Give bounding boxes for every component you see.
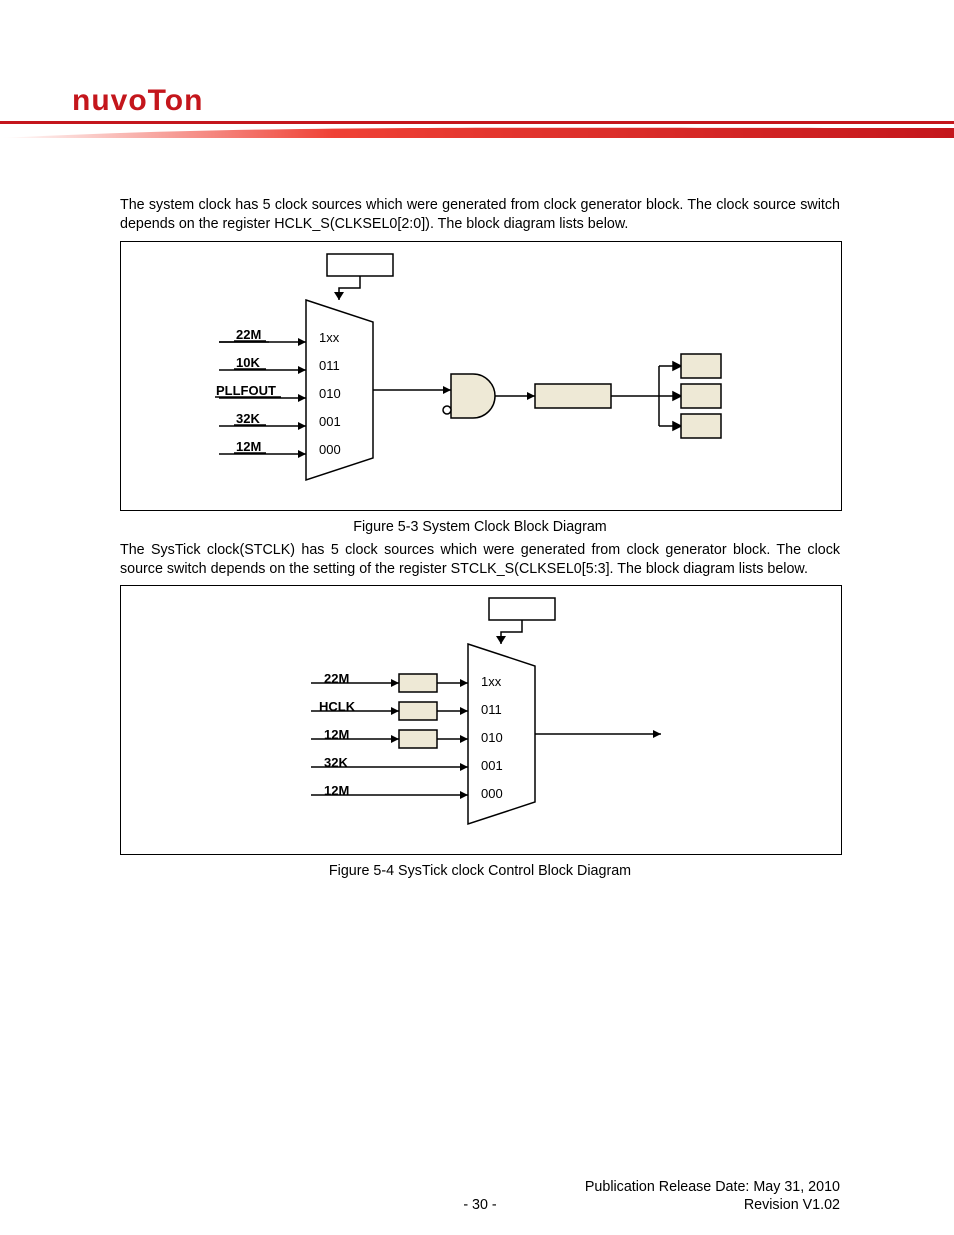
mux1-in-4: 12M — [236, 439, 261, 454]
mux1-sel-2: 010 — [319, 386, 341, 401]
mux1-in-1: 10K — [236, 355, 260, 370]
mux1-sel-3: 001 — [319, 414, 341, 429]
system-clock-diagram: 1xx 011 010 001 000 22M 10K PLLFOUT 32K … — [121, 242, 841, 510]
mux2-sel-0: 1xx — [481, 674, 502, 689]
mux2-sel-4: 000 — [481, 786, 503, 801]
mux1-in-3: 32K — [236, 411, 260, 426]
content-area: The system clock has 5 clock sources whi… — [120, 196, 840, 885]
mux1-sel-1: 011 — [319, 358, 340, 373]
page: nuvoTon The system clock has 5 clock sou… — [0, 0, 954, 1235]
paragraph-2: The SysTick clock(STCLK) has 5 clock sou… — [120, 541, 840, 580]
mux2-sel-3: 001 — [481, 758, 503, 773]
figure-5-3-box: 1xx 011 010 001 000 22M 10K PLLFOUT 32K … — [120, 241, 842, 511]
figure-5-3-caption: Figure 5-3 System Clock Block Diagram — [120, 519, 840, 535]
mux1-sel-4: 000 — [319, 442, 341, 457]
header-divider — [0, 121, 954, 135]
mux2-sel-1: 011 — [481, 702, 502, 717]
logo-text: nuvoTon — [72, 84, 203, 117]
footer-page-number: - 30 - — [120, 1197, 840, 1213]
footer-pubdate: Publication Release Date: May 31, 2010 — [585, 1179, 840, 1195]
systick-clock-diagram: 1xx 011 010 001 000 22M HCLK 12M 32K 12M — [121, 586, 841, 854]
figure-5-4-caption: Figure 5-4 SysTick clock Control Block D… — [120, 863, 840, 879]
footer-revision: Revision V1.02 — [744, 1197, 840, 1213]
mux1-sel-0: 1xx — [319, 330, 340, 345]
brand-logo: nuvoTon — [72, 84, 332, 122]
mux1-in-0: 22M — [236, 327, 261, 342]
paragraph-1: The system clock has 5 clock sources whi… — [120, 196, 840, 235]
mux2-sel-2: 010 — [481, 730, 503, 745]
figure-5-4-box: 1xx 011 010 001 000 22M HCLK 12M 32K 12M — [120, 585, 842, 855]
mux1-in-2: PLLFOUT — [216, 383, 276, 398]
